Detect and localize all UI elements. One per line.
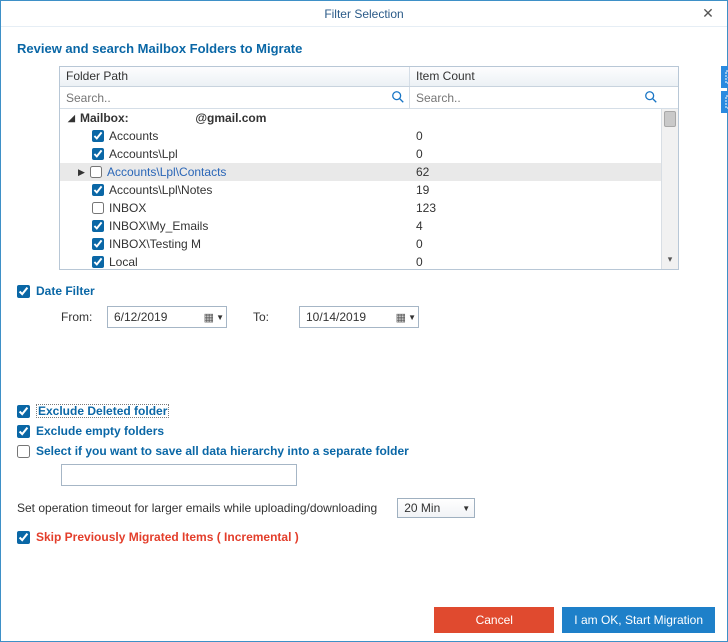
select-all-button[interactable] <box>721 66 728 88</box>
item-count: 123 <box>410 201 678 215</box>
cancel-button[interactable]: Cancel <box>434 607 554 633</box>
folder-checkbox[interactable] <box>92 148 104 160</box>
grid-body[interactable]: ◢ Mailbox: @gmail.com Accounts0Accounts\… <box>60 109 678 269</box>
save-hierarchy-label: Select if you want to save all data hier… <box>36 444 409 458</box>
table-row[interactable]: ▶ Accounts\Lpl\Contacts 62 <box>60 163 678 181</box>
folder-label: Accounts\Lpl\Contacts <box>107 165 226 179</box>
skip-migrated-label: Skip Previously Migrated Items ( Increme… <box>36 530 299 544</box>
titlebar: Filter Selection ✕ <box>1 1 727 27</box>
folder-checkbox[interactable] <box>92 238 104 250</box>
date-filter-label: Date Filter <box>36 284 95 298</box>
exclude-empty-checkbox[interactable] <box>17 425 30 438</box>
chevron-down-icon: ▼ <box>216 313 224 322</box>
folder-checkbox[interactable] <box>92 202 104 214</box>
column-header-path[interactable]: Folder Path <box>60 67 410 86</box>
table-row[interactable]: Accounts 0 <box>60 127 678 145</box>
scrollbar-thumb[interactable] <box>664 111 676 127</box>
page-heading: Review and search Mailbox Folders to Mig… <box>17 41 711 56</box>
to-date-value: 10/14/2019 <box>306 310 366 324</box>
calendar-icon: ▦ <box>396 311 406 324</box>
save-hierarchy-checkbox[interactable] <box>17 445 30 458</box>
item-count: 0 <box>410 129 678 143</box>
folder-checkbox[interactable] <box>92 130 104 142</box>
mailbox-label: Mailbox: <box>80 111 129 125</box>
window-title: Filter Selection <box>324 7 403 21</box>
hierarchy-folder-input[interactable] <box>61 464 297 486</box>
item-count: 0 <box>410 147 678 161</box>
folder-checkbox[interactable] <box>92 256 104 268</box>
table-row[interactable]: INBOX\Testing M 0 <box>60 235 678 253</box>
table-row[interactable]: Local 0 <box>60 253 678 269</box>
vertical-scrollbar[interactable]: ▾ <box>661 109 678 269</box>
folder-checkbox[interactable] <box>92 220 104 232</box>
search-path-input[interactable] <box>64 90 405 106</box>
from-date-value: 6/12/2019 <box>114 310 167 324</box>
item-count: 62 <box>410 165 678 179</box>
mailbox-root-row[interactable]: ◢ Mailbox: @gmail.com <box>60 109 678 127</box>
date-filter-checkbox[interactable] <box>17 285 30 298</box>
folder-label: INBOX\My_Emails <box>109 219 208 233</box>
deselect-all-button[interactable] <box>721 91 728 113</box>
search-count-input[interactable] <box>414 90 674 106</box>
expand-icon[interactable]: ▶ <box>78 167 88 178</box>
folder-checkbox[interactable] <box>90 166 102 178</box>
item-count: 19 <box>410 183 678 197</box>
collapse-icon[interactable]: ◢ <box>68 113 78 124</box>
skip-migrated-checkbox[interactable] <box>17 531 30 544</box>
to-date-picker[interactable]: 10/14/2019 ▦▼ <box>299 306 419 328</box>
folder-label: Local <box>109 255 138 269</box>
timeout-value: 20 Min <box>404 501 440 515</box>
mailbox-email: @gmail.com <box>195 111 266 125</box>
folder-grid: Folder Path Item Count <box>59 66 679 270</box>
grid-header: Folder Path Item Count <box>60 67 678 87</box>
table-row[interactable]: Accounts\Lpl\Notes 19 <box>60 181 678 199</box>
grid-search-row <box>60 87 678 109</box>
folder-label: INBOX\Testing M <box>109 237 201 251</box>
start-migration-button[interactable]: I am OK, Start Migration <box>562 607 715 633</box>
exclude-deleted-label: Exclude Deleted folder <box>36 404 169 418</box>
exclude-empty-label: Exclude empty folders <box>36 424 164 438</box>
folder-label: INBOX <box>109 201 146 215</box>
calendar-icon: ▦ <box>204 311 214 324</box>
chevron-down-icon: ▼ <box>408 313 416 322</box>
folder-label: Accounts <box>109 129 158 143</box>
timeout-label: Set operation timeout for larger emails … <box>17 501 377 515</box>
scroll-down-icon[interactable]: ▾ <box>662 252 678 269</box>
from-label: From: <box>61 310 97 324</box>
from-date-picker[interactable]: 6/12/2019 ▦▼ <box>107 306 227 328</box>
footer: Cancel I am OK, Start Migration <box>1 599 727 641</box>
column-header-count[interactable]: Item Count <box>410 67 678 86</box>
to-label: To: <box>253 310 289 324</box>
exclude-deleted-checkbox[interactable] <box>17 405 30 418</box>
item-count: 0 <box>410 237 678 251</box>
timeout-select[interactable]: 20 Min ▼ <box>397 498 475 518</box>
item-count: 4 <box>410 219 678 233</box>
table-row[interactable]: INBOX\My_Emails 4 <box>60 217 678 235</box>
item-count: 0 <box>410 255 678 269</box>
table-row[interactable]: INBOX 123 <box>60 199 678 217</box>
folder-checkbox[interactable] <box>92 184 104 196</box>
folder-label: Accounts\Lpl\Notes <box>109 183 212 197</box>
close-icon[interactable]: ✕ <box>695 1 721 27</box>
chevron-down-icon: ▼ <box>462 504 470 513</box>
folder-label: Accounts\Lpl <box>109 147 178 161</box>
table-row[interactable]: Accounts\Lpl 0 <box>60 145 678 163</box>
